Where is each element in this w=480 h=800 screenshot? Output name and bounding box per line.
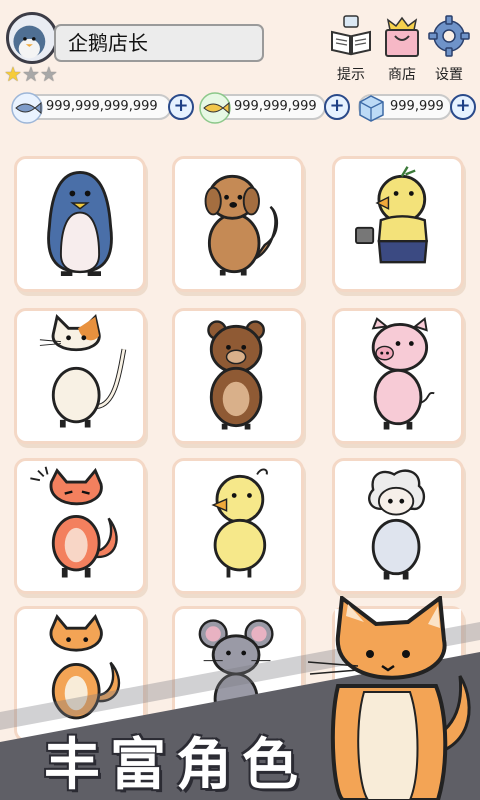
cat-icon <box>39 313 127 428</box>
add-gold-fish-button[interactable]: + <box>324 94 350 120</box>
dog-icon <box>204 174 279 276</box>
penguin-avatar-icon <box>13 25 46 59</box>
character-card[interactable] <box>172 458 304 594</box>
character-card[interactable] <box>14 308 146 444</box>
fish-icon <box>11 92 43 124</box>
bear-icon <box>207 320 265 430</box>
rank-stars: ★ ★ ★ <box>4 64 58 84</box>
character-card[interactable] <box>332 156 464 292</box>
fox-mascot-icon <box>307 596 471 800</box>
penguin-icon <box>47 171 113 277</box>
duckling-icon <box>211 468 268 578</box>
settings-label: 设置 <box>435 67 463 83</box>
settings-button[interactable]: 设置 <box>424 14 474 84</box>
fish-currency: 999,999,999,999 <box>11 92 172 124</box>
add-ice-button[interactable]: + <box>450 94 476 120</box>
star-icon: ★ <box>4 62 22 86</box>
player-name: 企鹅店长 <box>54 24 264 62</box>
character-card[interactable] <box>172 308 304 444</box>
character-card[interactable] <box>332 308 464 444</box>
star-icon: ★ <box>39 62 58 86</box>
star-icon: ★ <box>21 62 40 86</box>
ice-amount: 999,999 <box>390 99 444 114</box>
avatar[interactable] <box>6 12 58 64</box>
header: 企鹅店长 ★ ★ ★ 提示 商店 设置 999,999,999,999 + 99… <box>0 0 480 130</box>
character-card[interactable] <box>14 156 146 292</box>
banner-title: 丰富角色 <box>44 733 308 798</box>
gold-fish-icon <box>199 92 231 124</box>
gear-icon <box>428 15 470 57</box>
character-card[interactable] <box>14 458 146 594</box>
hint-label: 提示 <box>337 67 365 83</box>
character-card[interactable] <box>332 458 464 594</box>
shopping-bag-icon <box>385 16 419 57</box>
pig-icon <box>371 316 435 430</box>
chick-bucket-icon <box>355 166 428 264</box>
hint-button[interactable]: 提示 <box>326 14 376 84</box>
gold-fish-currency: 999,999,999 <box>199 92 326 124</box>
ice-cube-icon <box>359 95 384 122</box>
sheep-icon <box>368 469 426 580</box>
shop-button[interactable]: 商店 <box>377 14 427 84</box>
add-fish-button[interactable]: + <box>168 94 194 120</box>
ice-currency: 999,999 <box>358 94 452 122</box>
angry-fox-icon <box>30 466 118 578</box>
gold-fish-amount: 999,999,999 <box>234 99 317 114</box>
character-card[interactable] <box>172 156 304 292</box>
book-teacup-icon <box>331 15 371 56</box>
shop-label: 商店 <box>388 67 416 83</box>
fish-amount: 999,999,999,999 <box>46 99 158 114</box>
